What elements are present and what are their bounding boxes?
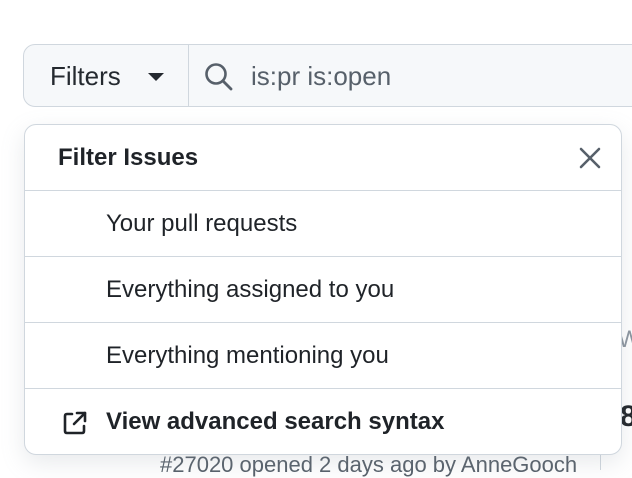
menu-item-advanced-search[interactable]: View advanced search syntax xyxy=(25,389,621,454)
menu-title: Filter Issues xyxy=(58,144,199,171)
filter-issues-menu: Filter Issues Your pull requests Everyth… xyxy=(24,124,622,455)
menu-item-label: Your pull requests xyxy=(106,210,298,237)
search-input[interactable] xyxy=(251,59,551,93)
menu-header: Filter Issues xyxy=(25,125,621,191)
filter-bar: Filters xyxy=(23,44,632,107)
menu-item-label: View advanced search syntax xyxy=(106,408,445,435)
caret-down-icon xyxy=(148,73,164,81)
filters-button[interactable]: Filters xyxy=(24,45,189,106)
close-icon[interactable] xyxy=(577,145,603,171)
search-icon xyxy=(205,63,233,91)
filters-button-label: Filters xyxy=(50,61,121,91)
menu-item-label: Everything assigned to you xyxy=(106,276,395,303)
search-field[interactable] xyxy=(189,45,632,106)
menu-item-your-pull-requests[interactable]: Your pull requests xyxy=(25,191,621,257)
menu-item-assigned-to-you[interactable]: Everything assigned to you xyxy=(25,257,621,323)
issue-meta-text: #27020 opened 2 days ago by AnneGooch xyxy=(160,452,578,477)
menu-item-mentioning-you[interactable]: Everything mentioning you xyxy=(25,323,621,389)
link-external-icon xyxy=(63,411,87,435)
menu-item-label: Everything mentioning you xyxy=(106,342,389,369)
